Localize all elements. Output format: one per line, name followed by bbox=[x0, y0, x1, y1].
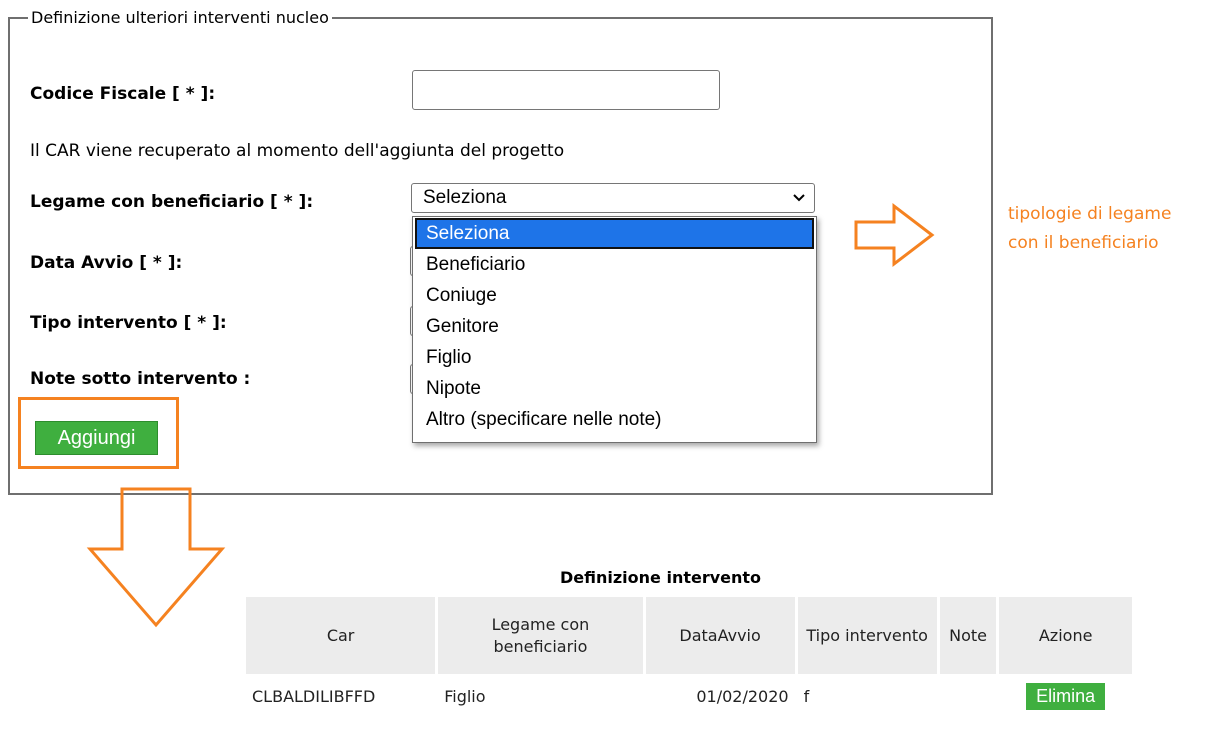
elimina-button[interactable]: Elimina bbox=[1026, 683, 1106, 710]
table-title: Definizione intervento bbox=[560, 568, 762, 587]
codice-fiscale-input[interactable] bbox=[412, 70, 720, 110]
annotation-note: tipologie di legame con il beneficiario bbox=[1008, 200, 1171, 258]
codice-fiscale-label: Codice Fiscale [ * ]: bbox=[30, 84, 216, 104]
tipo-intervento-label: Tipo intervento [ * ]: bbox=[30, 313, 227, 333]
col-header-tipo-intervento: Tipo intervento bbox=[797, 597, 937, 674]
dropdown-option-seleziona[interactable]: Seleziona bbox=[415, 218, 814, 249]
cell-car: CLBALDILIBFFD bbox=[252, 687, 376, 706]
col-header-note: Note bbox=[939, 597, 997, 674]
dropdown-option-genitore[interactable]: Genitore bbox=[415, 311, 814, 342]
fieldset-legend: Definizione ulteriori interventi nucleo bbox=[28, 8, 332, 28]
annotation-line-1: tipologie di legame bbox=[1008, 204, 1172, 224]
dropdown-option-figlio[interactable]: Figlio bbox=[415, 342, 814, 373]
arrow-down-icon bbox=[86, 487, 226, 628]
data-avvio-label: Data Avvio [ * ]: bbox=[30, 253, 183, 273]
col-header-car: Car bbox=[246, 597, 436, 674]
table-row: CLBALDILIBFFD Figlio 01/02/2020 f Elimin… bbox=[246, 674, 1132, 719]
legame-select-value: Seleziona bbox=[423, 187, 507, 208]
dropdown-option-nipote[interactable]: Nipote bbox=[415, 373, 814, 404]
car-info-text: Il CAR viene recuperato al momento dell'… bbox=[30, 141, 565, 161]
legame-label: Legame con beneficiario [ * ]: bbox=[30, 192, 314, 212]
note-label: Note sotto intervento : bbox=[30, 369, 251, 389]
col-header-azione: Azione bbox=[999, 597, 1132, 674]
interventi-table: Car Legame con beneficiario DataAvvio Ti… bbox=[243, 597, 1135, 719]
col-header-data-avvio: DataAvvio bbox=[645, 597, 795, 674]
table-header-row: Car Legame con beneficiario DataAvvio Ti… bbox=[246, 597, 1132, 674]
col-header-legame: Legame con beneficiario bbox=[438, 597, 643, 674]
annotation-line-2: con il beneficiario bbox=[1008, 233, 1159, 253]
cell-data-avvio: 01/02/2020 bbox=[696, 687, 789, 706]
cell-azione: Elimina bbox=[999, 674, 1132, 719]
highlight-box bbox=[18, 397, 179, 469]
legame-select[interactable]: Seleziona bbox=[411, 183, 815, 213]
legame-dropdown-list: Seleziona Beneficiario Coniuge Genitore … bbox=[412, 216, 817, 443]
arrow-right-icon bbox=[854, 202, 935, 268]
cell-tipo-intervento: f bbox=[803, 687, 810, 706]
dropdown-option-coniuge[interactable]: Coniuge bbox=[415, 280, 814, 311]
cell-note bbox=[940, 674, 997, 719]
dropdown-option-altro[interactable]: Altro (specificare nelle note) bbox=[415, 404, 814, 435]
dropdown-option-beneficiario[interactable]: Beneficiario bbox=[415, 249, 814, 280]
cell-legame: Figlio bbox=[444, 687, 486, 706]
chevron-down-icon bbox=[793, 194, 805, 202]
